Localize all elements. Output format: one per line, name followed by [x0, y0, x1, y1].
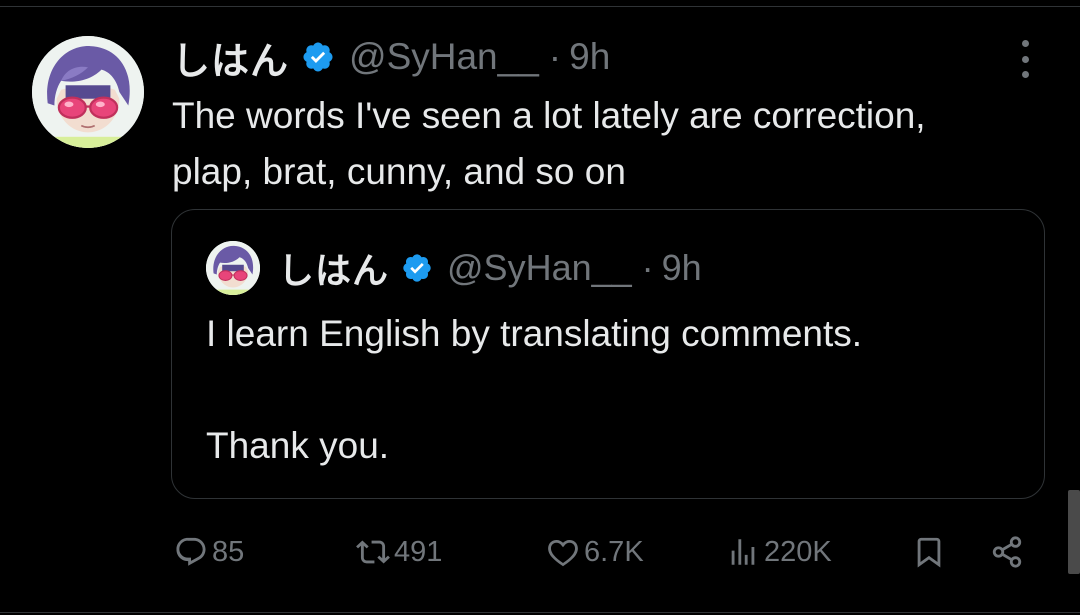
tweet-action-bar: 85 491 6.7K 220K — [172, 528, 1032, 576]
heart-icon — [548, 539, 578, 567]
quoted-author-name: しはん — [278, 250, 390, 291]
like-button[interactable]: 6.7K — [546, 528, 644, 576]
tweet-timestamp[interactable]: 9h — [569, 36, 610, 78]
avatar-illustration — [32, 36, 144, 148]
avatar-illustration — [206, 241, 260, 295]
retweet-count: 491 — [394, 535, 443, 568]
bookmark-icon — [917, 537, 941, 568]
author-avatar[interactable] — [32, 36, 144, 148]
retweet-button[interactable]: 491 — [356, 528, 442, 576]
quoted-author-handle: @SyHan__ — [447, 247, 632, 288]
like-count: 6.7K — [584, 535, 644, 568]
more-dot — [1021, 40, 1029, 47]
reply-count: 85 — [212, 535, 245, 568]
top-divider — [0, 6, 1080, 7]
verified-badge-icon[interactable] — [301, 40, 335, 74]
tweet-text: The words I've seen a lot lately are cor… — [172, 95, 926, 192]
share-icon — [992, 536, 1022, 568]
verified-badge-icon — [403, 254, 431, 282]
retweet-icon — [356, 540, 390, 564]
views-button[interactable]: 220K — [726, 528, 832, 576]
tweet-header: しはん @SyHan__ · 9h — [172, 34, 610, 83]
bookmark-button[interactable] — [912, 528, 946, 576]
more-dot — [1021, 71, 1029, 78]
more-vertical-icon[interactable] — [1008, 40, 1042, 78]
views-icon — [731, 539, 755, 565]
views-count: 220K — [764, 535, 832, 568]
quoted-tweet-header: しはん @SyHan__ · 9h — [278, 246, 702, 291]
reply-icon — [176, 537, 206, 566]
scrollbar-thumb[interactable] — [1068, 490, 1080, 574]
author-handle[interactable]: @SyHan__ — [349, 36, 539, 78]
quoted-tweet-timestamp: 9h — [661, 247, 702, 288]
header-separator: · — [548, 36, 562, 77]
quoted-tweet-card[interactable]: しはん @SyHan__ · 9h I learn English by tra… — [171, 209, 1045, 499]
quoted-author-avatar[interactable] — [206, 241, 260, 295]
reply-button[interactable]: 85 — [174, 528, 244, 576]
author-name[interactable]: しはん — [172, 30, 289, 85]
quoted-tweet-text: I learn English by translating comments.… — [206, 313, 863, 466]
more-dot — [1021, 55, 1029, 63]
bottom-divider — [0, 612, 1080, 613]
quoted-header-separator: · — [641, 247, 654, 288]
share-button[interactable] — [990, 528, 1024, 576]
